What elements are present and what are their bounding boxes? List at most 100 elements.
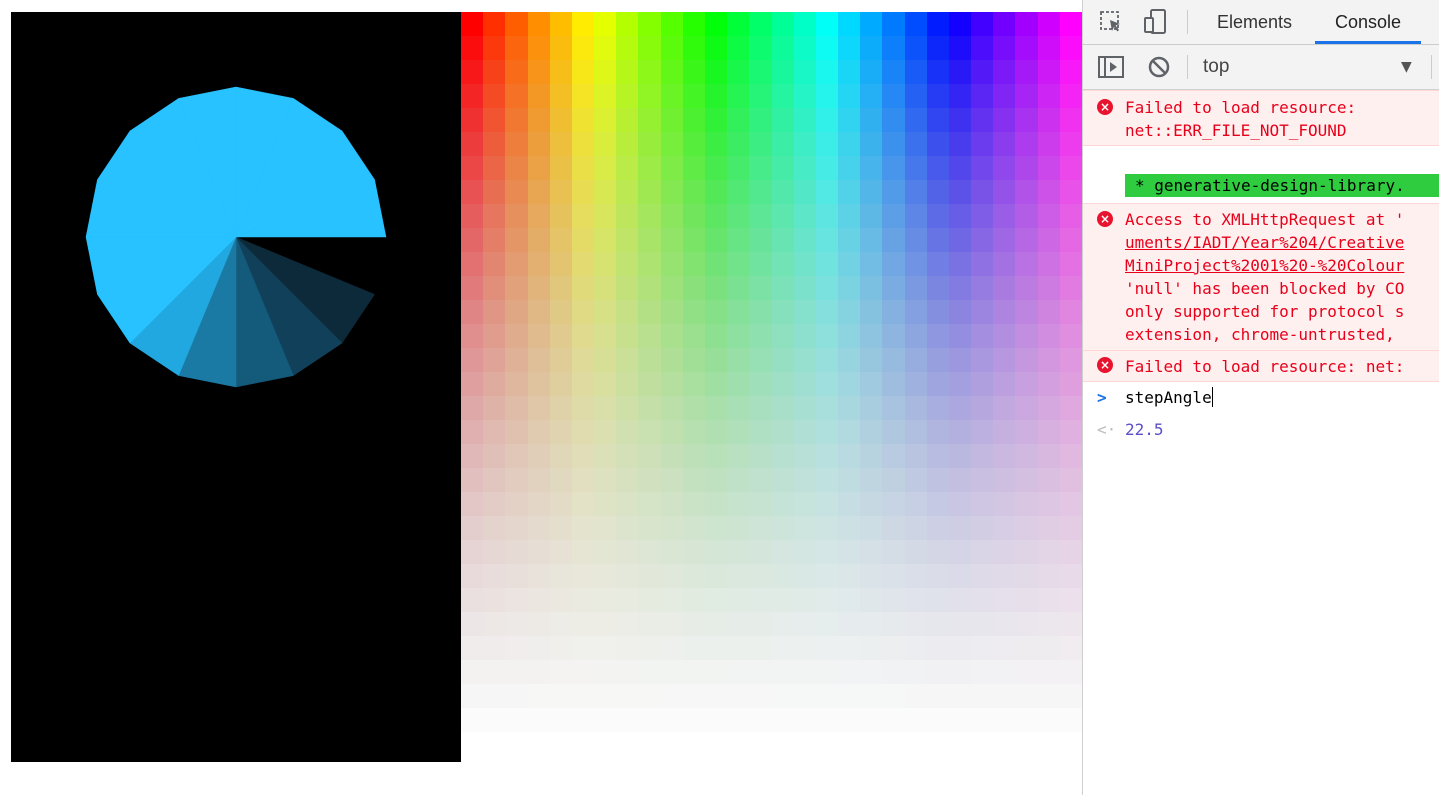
error-link[interactable]: uments/IADT/Year%204/Creative	[1125, 231, 1404, 254]
inspect-element-icon[interactable]	[1097, 8, 1125, 36]
color-cell	[571, 204, 595, 228]
chevron-down-icon[interactable]: ▼	[1401, 45, 1412, 89]
color-cell	[1015, 372, 1038, 396]
color-cell	[704, 324, 728, 348]
color-cell	[616, 324, 639, 348]
color-cell	[749, 348, 772, 372]
color-cell	[727, 180, 750, 204]
color-cell	[461, 396, 484, 420]
color-cell	[993, 156, 1016, 180]
color-cell	[926, 252, 949, 276]
color-cell	[594, 36, 617, 60]
color-cell	[838, 468, 861, 492]
color-cell	[704, 36, 728, 60]
tab-elements[interactable]: Elements	[1217, 0, 1292, 44]
color-cell	[704, 372, 728, 396]
color-cell	[993, 636, 1016, 660]
color-cell	[527, 492, 550, 516]
color-cell	[815, 36, 839, 60]
color-cell	[904, 684, 927, 708]
color-cell	[704, 12, 728, 36]
color-cell	[838, 228, 861, 252]
color-cell	[727, 516, 750, 540]
color-cell	[793, 540, 816, 564]
color-cell	[549, 228, 572, 252]
color-cell	[660, 372, 683, 396]
color-cell	[571, 228, 595, 252]
color-cell	[505, 492, 528, 516]
color-cell	[616, 300, 639, 324]
color-cell	[505, 12, 528, 36]
color-cell	[860, 660, 883, 684]
color-cell	[904, 204, 927, 228]
color-cell	[815, 564, 839, 588]
color-cell	[904, 612, 927, 636]
color-cell	[971, 348, 994, 372]
color-cell	[483, 396, 506, 420]
color-cell	[571, 348, 595, 372]
color-cell	[727, 108, 750, 132]
context-selector[interactable]: top	[1203, 45, 1229, 89]
color-cell	[882, 348, 905, 372]
color-cell	[993, 60, 1016, 84]
color-cell	[527, 276, 550, 300]
color-cell	[904, 132, 927, 156]
color-cell	[815, 12, 839, 36]
color-cell	[483, 108, 506, 132]
device-toggle-icon[interactable]	[1141, 8, 1169, 36]
color-cell	[882, 660, 905, 684]
color-cell	[749, 588, 772, 612]
color-cell	[793, 516, 816, 540]
console-input-entry[interactable]: > stepAngle	[1083, 383, 1439, 413]
color-cell	[505, 36, 528, 60]
color-cell	[594, 588, 617, 612]
color-cell	[704, 156, 728, 180]
color-cell	[1059, 276, 1082, 300]
color-cell	[461, 372, 484, 396]
color-cell	[838, 132, 861, 156]
color-cell	[771, 84, 794, 108]
color-cell	[527, 732, 550, 756]
color-cell	[527, 108, 550, 132]
color-cell	[594, 564, 617, 588]
color-cell	[1037, 588, 1060, 612]
color-cell	[483, 228, 506, 252]
color-cell	[461, 588, 484, 612]
color-cell	[505, 132, 528, 156]
color-cell	[727, 612, 750, 636]
color-cell	[638, 396, 661, 420]
color-cell	[971, 228, 994, 252]
color-cell	[904, 180, 927, 204]
color-cell	[1059, 588, 1082, 612]
color-cell	[926, 516, 949, 540]
color-cell	[882, 492, 905, 516]
color-cell	[993, 444, 1016, 468]
console-input-text[interactable]: stepAngle	[1125, 388, 1212, 407]
clear-console-icon[interactable]	[1145, 53, 1173, 81]
color-cell	[1059, 732, 1082, 756]
color-cell	[860, 132, 883, 156]
color-cell	[638, 708, 661, 732]
color-cell	[682, 252, 705, 276]
color-cell	[971, 516, 994, 540]
color-cell	[571, 132, 595, 156]
color-cell	[904, 36, 927, 60]
color-cell	[882, 132, 905, 156]
color-cell	[860, 276, 883, 300]
color-cell	[815, 444, 839, 468]
sidebar-toggle-icon[interactable]	[1097, 53, 1125, 81]
color-cell	[815, 660, 839, 684]
color-cell	[638, 636, 661, 660]
color-cell	[904, 444, 927, 468]
color-cell	[793, 132, 816, 156]
color-cell	[638, 588, 661, 612]
color-cell	[971, 396, 994, 420]
color-cell	[882, 684, 905, 708]
color-cell	[749, 660, 772, 684]
color-cell	[660, 132, 683, 156]
color-cell	[771, 108, 794, 132]
color-cell	[704, 660, 728, 684]
tab-console[interactable]: Console	[1315, 0, 1422, 44]
error-link[interactable]: MiniProject%2001%20-%20Colour	[1125, 254, 1404, 277]
color-cell	[594, 516, 617, 540]
